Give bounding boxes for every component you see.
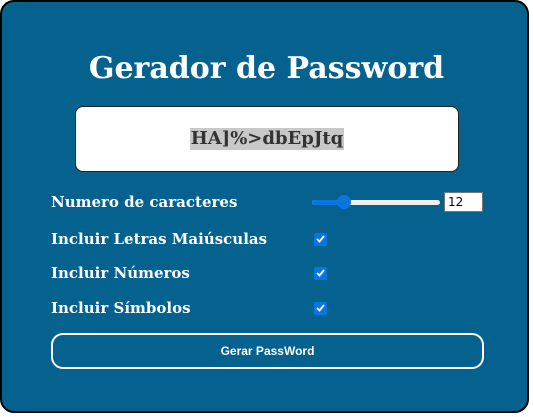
- slider-thumb[interactable]: [337, 195, 351, 209]
- page-title: Gerador de Password: [88, 51, 445, 86]
- length-row: Numero de caracteres 12: [51, 190, 491, 214]
- option-row-symbols: Incluir Símbolos: [51, 296, 491, 320]
- option-row-uppercase: Incluir Letras Maiúsculas: [51, 227, 491, 251]
- checkmark-icon: [316, 235, 325, 243]
- option-row-numbers: Incluir Números: [51, 261, 491, 285]
- length-number-input[interactable]: 12: [444, 192, 483, 212]
- checkmark-icon: [316, 269, 325, 277]
- password-generator-card: Gerador de Password HA]%>dbEpJtq Numero …: [0, 0, 529, 413]
- numbers-checkbox[interactable]: [314, 266, 327, 280]
- uppercase-label: Incluir Letras Maiúsculas: [51, 230, 268, 248]
- numbers-label: Incluir Números: [51, 264, 190, 282]
- generate-password-button[interactable]: Gerar PassWord: [51, 333, 484, 369]
- length-label: Numero de caracteres: [51, 193, 238, 211]
- symbols-checkbox[interactable]: [314, 301, 327, 315]
- uppercase-checkbox[interactable]: [314, 232, 327, 246]
- symbols-label: Incluir Símbolos: [51, 299, 191, 317]
- password-output-box: HA]%>dbEpJtq: [75, 106, 459, 172]
- generated-password[interactable]: HA]%>dbEpJtq: [189, 128, 345, 150]
- length-slider[interactable]: [312, 194, 440, 210]
- checkmark-icon: [316, 304, 325, 312]
